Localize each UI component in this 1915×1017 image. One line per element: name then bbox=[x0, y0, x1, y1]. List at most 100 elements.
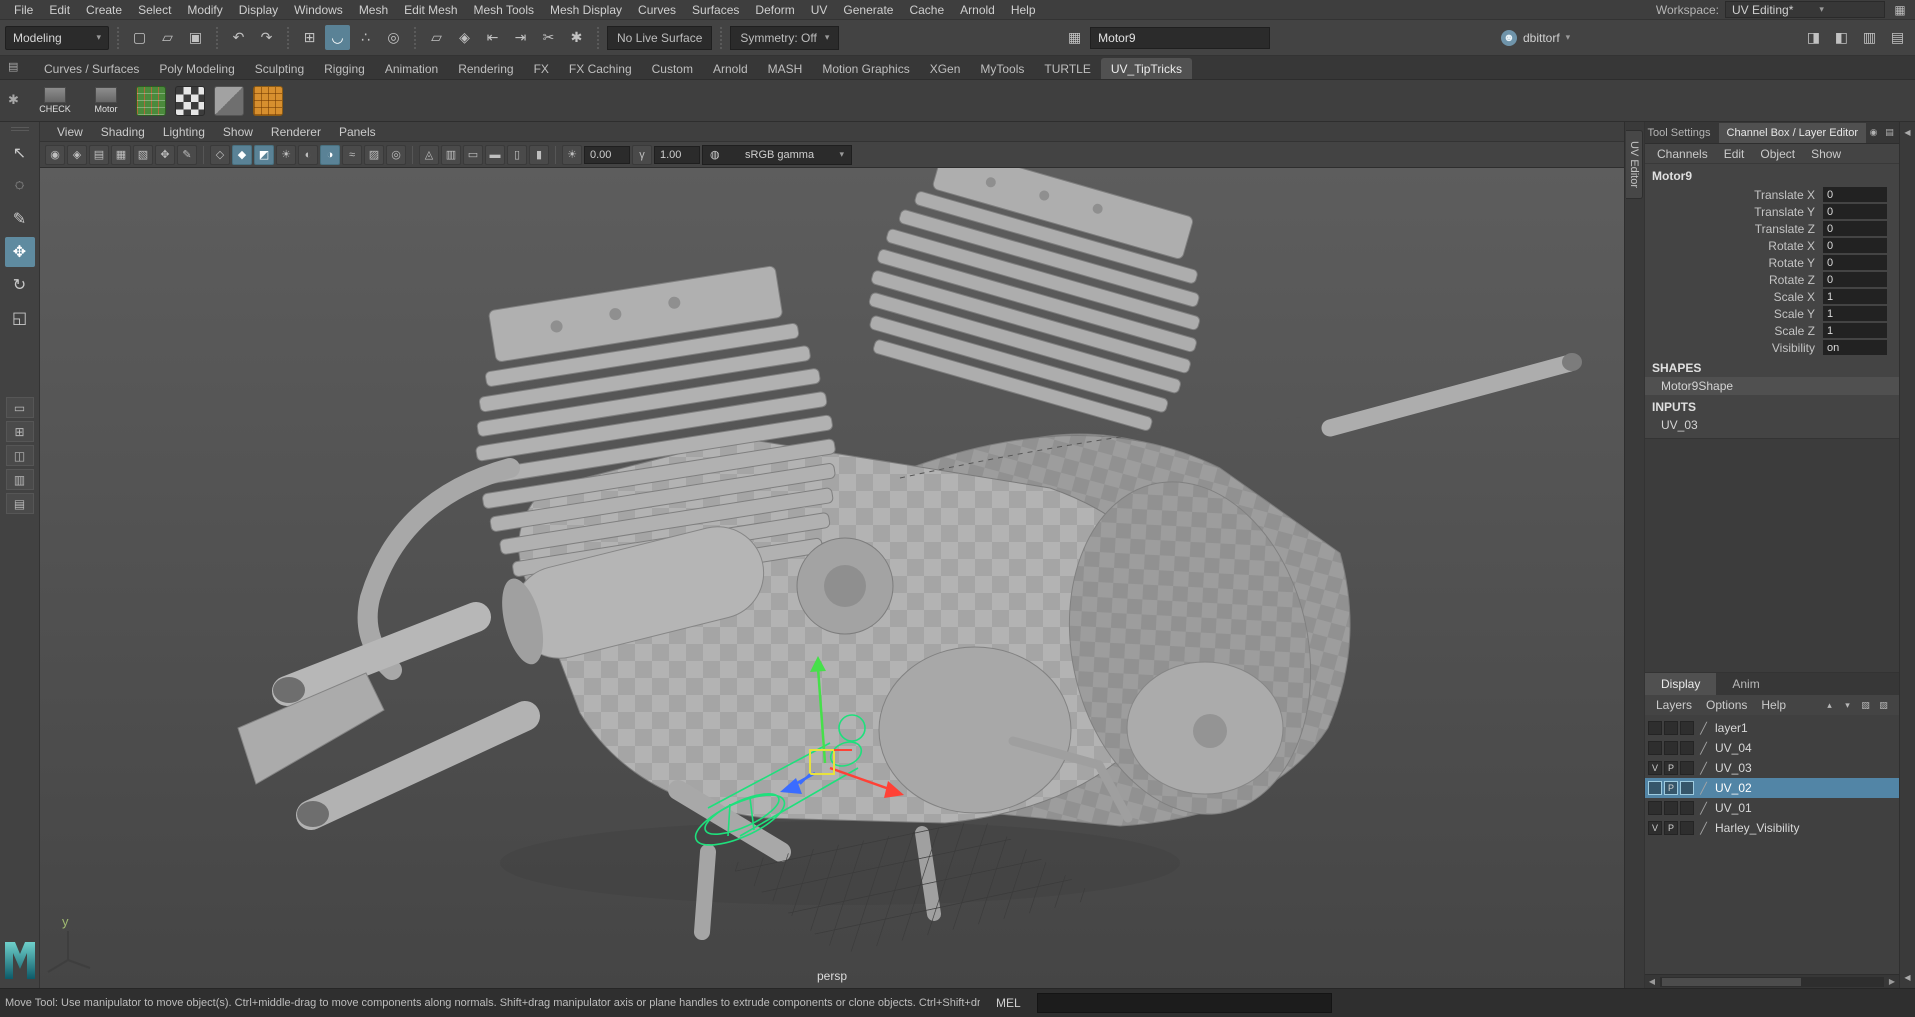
panel-menu-item[interactable]: Renderer bbox=[262, 124, 330, 140]
tool-settings-toggle-icon[interactable]: ◧ bbox=[1829, 25, 1854, 50]
menu-item[interactable]: Modify bbox=[179, 1, 230, 19]
collapse-panel-icon[interactable]: ◀ bbox=[1904, 122, 1910, 143]
symmetry-selector[interactable]: Symmetry: Off ▾ bbox=[730, 26, 839, 50]
scroll-right-icon[interactable]: ▶ bbox=[1885, 977, 1899, 986]
textured-icon[interactable]: ◩ bbox=[254, 145, 274, 165]
menu-item[interactable]: Edit bbox=[41, 1, 78, 19]
attribute-editor-toggle-icon[interactable]: ◨ bbox=[1801, 25, 1826, 50]
layer-visibility-toggle[interactable] bbox=[1648, 781, 1662, 795]
shelf-tab[interactable]: Arnold bbox=[703, 58, 758, 79]
toolbar-grip[interactable] bbox=[216, 27, 218, 49]
colorspace-selector[interactable]: ◍ sRGB gamma ▾ bbox=[702, 145, 852, 165]
workspace-selector[interactable]: UV Editing* ▾ bbox=[1725, 1, 1885, 18]
grease-pencil-icon[interactable]: ✎ bbox=[177, 145, 197, 165]
uv-snapshot-icon[interactable] bbox=[136, 86, 166, 116]
shelf-tab[interactable]: FX Caching bbox=[559, 58, 642, 79]
exposure-field[interactable]: 0.00 bbox=[584, 146, 630, 164]
shelf-tab[interactable]: Rendering bbox=[448, 58, 523, 79]
gate-mask-icon[interactable]: ▬ bbox=[485, 145, 505, 165]
layer-editor-tab[interactable]: Anim bbox=[1716, 673, 1775, 695]
paint-select-tool[interactable]: ✎ bbox=[5, 204, 35, 234]
shelf-tab[interactable]: Curves / Surfaces bbox=[34, 58, 149, 79]
layer-playback-toggle[interactable]: P bbox=[1664, 761, 1678, 775]
move-layer-down-icon[interactable]: ▾ bbox=[1840, 698, 1855, 713]
channel-box-menu-item[interactable]: Show bbox=[1803, 145, 1849, 163]
layer-row[interactable]: V P ╱ Harley_Visibility bbox=[1645, 818, 1899, 838]
screen-space-ao-icon[interactable]: ◑ bbox=[320, 145, 340, 165]
live-surface-field[interactable]: No Live Surface bbox=[607, 26, 712, 50]
menu-item[interactable]: Edit Mesh bbox=[396, 1, 465, 19]
menu-item[interactable]: Display bbox=[231, 1, 286, 19]
panel-options-icon[interactable]: ▤ bbox=[1882, 125, 1897, 140]
layer-row[interactable]: V P ╱ UV_03 bbox=[1645, 758, 1899, 778]
channel-label[interactable]: Scale X bbox=[1645, 290, 1823, 304]
toolbar-grip[interactable] bbox=[414, 27, 416, 49]
layer-visibility-toggle[interactable] bbox=[1648, 801, 1662, 815]
layer-row[interactable]: ╱ layer1 bbox=[1645, 718, 1899, 738]
layer-color-swatch[interactable] bbox=[1680, 761, 1694, 775]
channel-box-menu-item[interactable]: Object bbox=[1752, 145, 1803, 163]
new-scene-icon[interactable]: ▢ bbox=[127, 25, 152, 50]
depth-of-field-icon[interactable]: ◎ bbox=[386, 145, 406, 165]
layer-playback-toggle[interactable] bbox=[1664, 801, 1678, 815]
channel-value-field[interactable]: 1 bbox=[1823, 289, 1887, 304]
safe-title-icon[interactable]: ▮ bbox=[529, 145, 549, 165]
shelf-tab[interactable]: Custom bbox=[642, 58, 703, 79]
select-tool[interactable]: ↖ bbox=[5, 138, 35, 168]
channel-value-field[interactable]: 0 bbox=[1823, 187, 1887, 202]
single-pane-layout-button[interactable]: ▭ bbox=[6, 397, 34, 418]
gamma-field[interactable]: 1.00 bbox=[654, 146, 700, 164]
channel-value-field[interactable]: on bbox=[1823, 340, 1887, 355]
shelf-tab[interactable]: MyTools bbox=[970, 58, 1034, 79]
panel-menu-item[interactable]: Lighting bbox=[154, 124, 214, 140]
panel-menu-item[interactable]: Show bbox=[214, 124, 262, 140]
layer-playback-toggle[interactable]: P bbox=[1664, 821, 1678, 835]
channel-box-menu-item[interactable]: Channels bbox=[1649, 145, 1716, 163]
toolbar-grip[interactable] bbox=[117, 27, 119, 49]
account-selector[interactable]: ☻ dbittorf ▾ bbox=[1493, 26, 1578, 50]
command-line-input[interactable] bbox=[1037, 993, 1332, 1013]
render-settings-icon[interactable]: ✱ bbox=[564, 25, 589, 50]
menu-item[interactable]: Deform bbox=[747, 1, 802, 19]
channel-label[interactable]: Translate X bbox=[1645, 188, 1823, 202]
uv-editor-tab[interactable]: UV Editor bbox=[1626, 130, 1643, 199]
shelf-tab[interactable]: Poly Modeling bbox=[149, 58, 244, 79]
layer-playback-toggle[interactable] bbox=[1664, 721, 1678, 735]
shelf-tab[interactable]: FX bbox=[524, 58, 559, 79]
layer-visibility-toggle[interactable] bbox=[1648, 721, 1662, 735]
channel-label[interactable]: Rotate Y bbox=[1645, 256, 1823, 270]
channel-label[interactable]: Scale Z bbox=[1645, 324, 1823, 338]
wireframe-icon[interactable]: ◇ bbox=[210, 145, 230, 165]
open-scene-icon[interactable]: ▱ bbox=[155, 25, 180, 50]
layer-playback-toggle[interactable]: P bbox=[1664, 781, 1678, 795]
isolate-select-icon[interactable]: ◬ bbox=[419, 145, 439, 165]
redo-icon[interactable]: ↷ bbox=[254, 25, 279, 50]
shelf-tab[interactable]: Sculpting bbox=[245, 58, 314, 79]
move-layer-up-icon[interactable]: ▴ bbox=[1822, 698, 1837, 713]
shelf-tab[interactable]: Motion Graphics bbox=[812, 58, 919, 79]
input-node-item[interactable]: UV_03 bbox=[1645, 416, 1899, 434]
shelf-editor-icon[interactable]: ✱ bbox=[8, 92, 19, 108]
channel-label[interactable]: Rotate Z bbox=[1645, 273, 1823, 287]
layer-visibility-toggle[interactable]: V bbox=[1648, 821, 1662, 835]
save-scene-icon[interactable]: ▣ bbox=[183, 25, 208, 50]
layer-color-swatch[interactable] bbox=[1680, 781, 1694, 795]
shelf-tab[interactable]: XGen bbox=[920, 58, 971, 79]
channel-value-field[interactable]: 0 bbox=[1823, 221, 1887, 236]
shelf-tab[interactable]: UV_TipTricks bbox=[1101, 58, 1192, 79]
resolution-gate-icon[interactable]: ▭ bbox=[463, 145, 483, 165]
lasso-select-tool[interactable]: ◌ bbox=[5, 171, 35, 201]
check-shelf-button[interactable]: CHECK bbox=[34, 87, 76, 114]
menu-item[interactable]: Mesh Display bbox=[542, 1, 630, 19]
layer-color-swatch[interactable] bbox=[1680, 821, 1694, 835]
channel-label[interactable]: Visibility bbox=[1645, 341, 1823, 355]
layer-color-swatch[interactable] bbox=[1680, 741, 1694, 755]
menu-item[interactable]: Help bbox=[1003, 1, 1044, 19]
panel-menu-item[interactable]: Shading bbox=[92, 124, 154, 140]
shelf-tab-options-icon[interactable]: ▤ bbox=[8, 60, 18, 73]
snap-to-points-icon[interactable]: ∴ bbox=[353, 25, 378, 50]
layer-editor-tab[interactable]: Display bbox=[1645, 673, 1716, 695]
shelf-tab[interactable]: MASH bbox=[758, 58, 813, 79]
shape-node-item[interactable]: Motor9Shape bbox=[1645, 377, 1899, 395]
camera-attributes-icon[interactable]: ▤ bbox=[89, 145, 109, 165]
